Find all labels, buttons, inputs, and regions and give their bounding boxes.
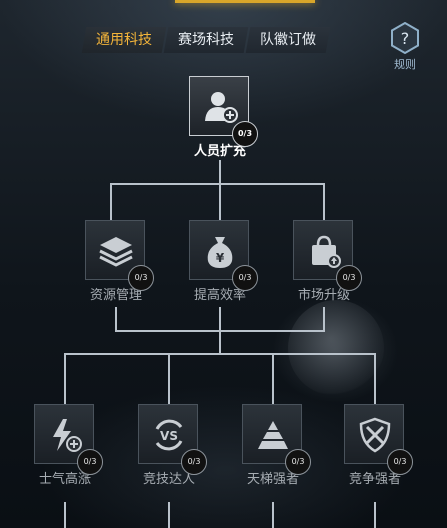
tech-node-improve-efficiency[interactable]: ¥ 0/3 提高效率 xyxy=(189,220,258,303)
tab-label: 队徽订做 xyxy=(260,32,316,48)
connector-line xyxy=(219,307,221,331)
person-add-icon xyxy=(205,92,238,123)
svg-text:¥: ¥ xyxy=(216,251,225,265)
connector-line xyxy=(323,183,325,220)
progress-badge: 0/3 xyxy=(77,449,103,475)
connector-line xyxy=(168,353,170,404)
tab-label: 赛场科技 xyxy=(178,32,234,48)
node-frame: 0/3 xyxy=(344,404,413,475)
progress-badge: 0/3 xyxy=(181,449,207,475)
pyramid-icon xyxy=(258,421,288,449)
connector-line xyxy=(219,160,221,184)
tab-arena-tech[interactable]: 赛场科技 xyxy=(163,27,249,53)
progress-badge: 0/3 xyxy=(387,449,413,475)
progress-badge: 0/3 xyxy=(232,121,258,147)
connector-line xyxy=(272,353,274,404)
progress-badge: 0/3 xyxy=(232,265,258,291)
progress-badge: 0/3 xyxy=(336,265,362,291)
node-frame: VS 0/3 xyxy=(138,404,207,475)
lightning-plus-icon xyxy=(53,419,82,452)
tab-general-tech[interactable]: 通用科技 xyxy=(81,27,167,53)
money-bag-icon: ¥ xyxy=(207,237,233,268)
progress-badge: 0/3 xyxy=(128,265,154,291)
connector-line xyxy=(374,353,376,404)
top-highlight-bar xyxy=(175,0,315,3)
connector-line xyxy=(219,183,221,220)
connector-line xyxy=(115,307,117,331)
progress-badge: 0/3 xyxy=(285,449,311,475)
svg-text:VS: VS xyxy=(160,429,178,443)
shopping-bag-upgrade-icon xyxy=(312,235,341,268)
node-frame: 0/3 xyxy=(189,76,258,147)
node-frame: 0/3 xyxy=(34,404,103,475)
tech-node-personnel-expansion[interactable]: 0/3 人员扩充 xyxy=(189,76,258,159)
crossed-shield-icon xyxy=(359,417,391,453)
node-frame: 0/3 xyxy=(242,404,311,475)
stacked-layers-icon xyxy=(99,237,133,267)
connector-line xyxy=(272,502,274,528)
tech-node-ladder-champion[interactable]: 0/3 天梯强者 xyxy=(242,404,311,487)
connector-line xyxy=(323,307,325,331)
tab-bar: 通用科技 赛场科技 队徽订做 xyxy=(81,27,331,53)
connector-line xyxy=(64,353,375,355)
tech-node-morale-boost[interactable]: 0/3 士气高涨 xyxy=(34,404,103,487)
connector-line xyxy=(168,502,170,528)
question-hex-icon: ? xyxy=(390,21,420,55)
tech-node-market-upgrade[interactable]: 0/3 市场升级 xyxy=(293,220,362,303)
connector-line xyxy=(110,183,325,185)
tab-label: 通用科技 xyxy=(96,32,152,48)
connector-line xyxy=(64,502,66,528)
tech-node-competitive-strong[interactable]: 0/3 竞争强者 xyxy=(344,404,413,487)
connector-line xyxy=(374,502,376,528)
soccer-ball-background xyxy=(288,300,384,396)
connector-line xyxy=(219,330,221,354)
rules-label: 规则 xyxy=(394,58,416,71)
node-frame: 0/3 xyxy=(293,220,362,291)
tech-node-resource-management[interactable]: 0/3 资源管理 xyxy=(85,220,154,303)
svg-text:?: ? xyxy=(401,29,410,48)
node-frame: 0/3 xyxy=(85,220,154,291)
tech-node-competition-expert[interactable]: VS 0/3 竞技达人 xyxy=(138,404,207,487)
versus-icon: VS xyxy=(155,419,183,451)
rules-button[interactable]: ? 规则 xyxy=(388,21,422,72)
tab-badge-custom[interactable]: 队徽订做 xyxy=(245,27,331,53)
connector-line xyxy=(110,183,112,220)
node-frame: ¥ 0/3 xyxy=(189,220,258,291)
connector-line xyxy=(64,353,66,404)
